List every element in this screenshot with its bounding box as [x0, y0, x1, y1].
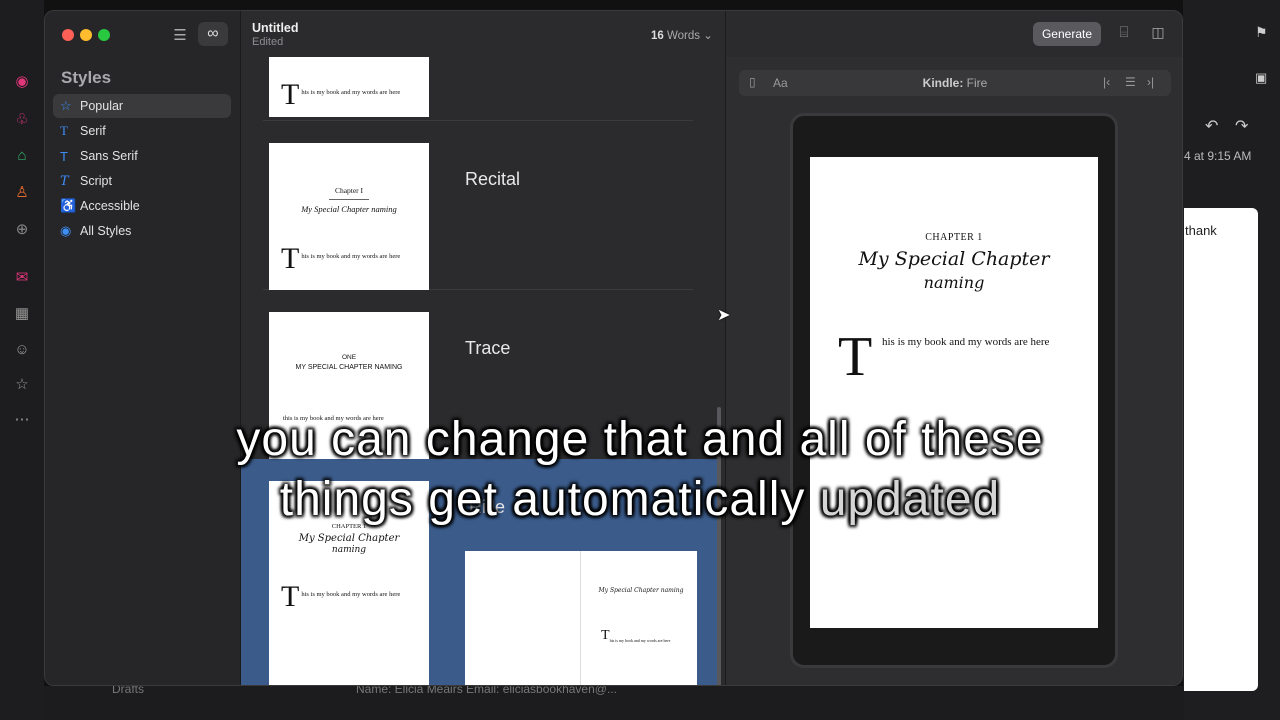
sidebar-item-serif[interactable]: T Serif	[53, 119, 231, 143]
sidebar-item-script[interactable]: T Script	[53, 169, 231, 193]
background-app-rail: ◉ ♧ ⌂ ♙ ⊕ ✉ ▦ ☺ ☆ ⋯	[0, 0, 44, 720]
video-caption: you can change that and all of these thi…	[0, 410, 1280, 530]
thumbnail-body: his is my book and my words are here	[301, 253, 401, 260]
preview-body: his is my book and my words are here	[882, 336, 1050, 348]
table-of-contents-icon[interactable]: ☰	[1125, 75, 1136, 89]
sidebar-item-label: Accessible	[80, 199, 140, 213]
caption-line-2b: updated	[819, 473, 1001, 526]
book-icon[interactable]: ⌸	[1113, 24, 1135, 44]
maximize-window-button[interactable]	[98, 29, 110, 41]
thumbnail-rule	[329, 199, 369, 200]
person-icon[interactable]: ♙	[11, 181, 33, 203]
sidebar-item-label: Serif	[80, 124, 106, 138]
thumbnail-body: his is my book and my words are here	[301, 89, 401, 96]
sidebar: ☰ ∞ Styles ☆ Popular T Serif T Sans Seri…	[45, 11, 241, 685]
word-count-number: 16	[651, 30, 664, 42]
styles-window: ☰ ∞ Styles ☆ Popular T Serif T Sans Seri…	[44, 10, 1183, 686]
caption-line-1: you can change that and all of these	[236, 413, 1044, 466]
all-styles-icon: ◉	[60, 223, 72, 238]
list-item[interactable]: T his is my book and my words are here	[263, 57, 693, 121]
style-name: Recital	[465, 169, 521, 189]
spread-gutter	[580, 551, 581, 685]
sidebar-item-label: Sans Serif	[80, 149, 138, 163]
home-icon[interactable]: ⌂	[11, 144, 33, 166]
mail-icon[interactable]: ✉	[11, 266, 33, 288]
thumbnail-title-line2: naming	[331, 545, 367, 555]
infinity-icon[interactable]: ∞	[198, 22, 228, 46]
spread-body: his is my book and my words are here	[609, 638, 671, 643]
sidebar-item-popular[interactable]: ☆ Popular	[53, 94, 231, 118]
star-icon[interactable]: ☆	[11, 373, 33, 395]
preview-title-line2: naming	[923, 273, 985, 292]
script-t-icon: T	[60, 173, 69, 189]
lightbulb-icon[interactable]: ♧	[11, 108, 33, 130]
spread-title: My Special Chapter naming	[598, 587, 684, 594]
kindle-device-frame: CHAPTER 1 My Special Chapter naming T hi…	[790, 113, 1118, 668]
spread-preview: My Special Chapter naming T his is my bo…	[465, 551, 697, 685]
first-page-icon[interactable]: |‹	[1103, 75, 1110, 89]
style-list[interactable]: T his is my book and my words are here C…	[241, 57, 725, 685]
calendar-icon[interactable]: ▦	[11, 302, 33, 324]
thumbnail-chapter: ONE	[341, 354, 357, 361]
thumbnail-subtitle: MY SPECIAL CHAPTER NAMING	[295, 364, 403, 371]
thumbnail-title-line1: My Special Chapter	[298, 533, 400, 544]
preview-title-line1: My Special Chapter	[858, 248, 1050, 270]
caption-line-2a: things get automatically	[279, 473, 820, 526]
sidebar-item-label: All Styles	[80, 224, 132, 238]
word-count-dropdown[interactable]: 16 Words ⌄	[651, 28, 713, 42]
preview-pane: ▯ Aa Kindle: Fire |‹ ☰ ›| CHAPTER 1 My S…	[726, 57, 1182, 685]
style-name: Trace	[465, 338, 511, 358]
thumbnail-dropcap: T	[281, 78, 300, 111]
kindle-screen: CHAPTER 1 My Special Chapter naming T hi…	[810, 157, 1098, 628]
style-thumbnail: T his is my book and my words are here	[269, 57, 429, 117]
word-count-label: Words ⌄	[667, 30, 713, 42]
sidebar-item-accessible[interactable]: ♿ Accessible	[53, 194, 231, 218]
star-icon: ☆	[60, 98, 72, 113]
thumbnail-dropcap: T	[281, 580, 300, 613]
megaphone-icon[interactable]: ⚑	[1255, 24, 1268, 41]
sans-t-icon: T	[60, 148, 68, 164]
contacts-icon[interactable]: ☺	[11, 338, 33, 360]
style-thumbnail: Chapter I My Special Chapter naming T hi…	[269, 143, 429, 290]
sidebar-item-all-styles[interactable]: ◉ All Styles	[53, 219, 231, 243]
caption-line-2: things get automatically updated	[0, 470, 1280, 530]
list-icon[interactable]: ☰	[169, 24, 191, 46]
accessibility-icon: ♿	[60, 198, 77, 213]
thumbnail-dropcap: T	[281, 242, 300, 275]
globe-icon[interactable]: ◉	[11, 70, 33, 92]
sidebar-item-label: Popular	[80, 99, 124, 113]
add-icon[interactable]: ⊕	[11, 218, 33, 240]
serif-t-icon: T	[60, 123, 68, 138]
sidebar-item-label: Script	[80, 174, 112, 188]
document-title: Untitled	[252, 21, 299, 35]
device-label: Kindle:	[922, 76, 964, 90]
panel-icon[interactable]: ▣	[1255, 70, 1267, 86]
thumbnail-chapter: Chapter I	[334, 186, 364, 195]
background-message-time: 4 at 9:15 AM	[1184, 149, 1252, 163]
minimize-window-button[interactable]	[80, 29, 92, 41]
close-window-button[interactable]	[62, 29, 74, 41]
forward-icon[interactable]: ↷	[1235, 116, 1248, 136]
preview-chapter-title: My Special Chapter naming	[810, 247, 1098, 295]
sidebar-toggle-icon[interactable]: ◫	[1148, 24, 1168, 44]
reply-all-icon[interactable]: ↶	[1205, 116, 1218, 136]
preview-dropcap: T	[838, 326, 873, 388]
list-item-recital[interactable]: Chapter I My Special Chapter naming T hi…	[263, 121, 693, 290]
spread-dropcap: T	[601, 628, 610, 643]
device-value: Fire	[966, 76, 988, 90]
sidebar-item-sans-serif[interactable]: T Sans Serif	[53, 144, 231, 168]
background-message-text: thank	[1185, 223, 1217, 238]
preview-chapter-label: CHAPTER 1	[925, 232, 983, 243]
thumbnail-subtitle: My Special Chapter naming	[301, 204, 397, 214]
generate-button[interactable]: Generate	[1033, 22, 1101, 46]
last-page-icon[interactable]: ›|	[1147, 75, 1154, 89]
mouse-cursor-icon: ➤	[717, 307, 731, 324]
preview-toolbar: ▯ Aa Kindle: Fire |‹ ☰ ›|	[739, 70, 1171, 96]
document-status: Edited	[252, 36, 284, 48]
thumbnail-body: his is my book and my words are here	[301, 591, 401, 598]
sidebar-title: Styles	[61, 68, 112, 87]
